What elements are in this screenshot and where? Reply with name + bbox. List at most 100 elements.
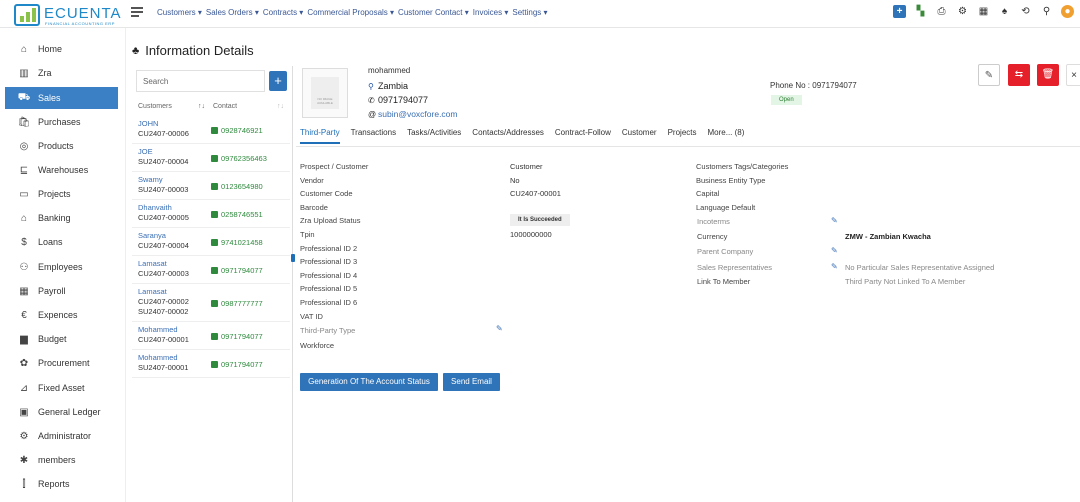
tab-tasks-activities[interactable]: Tasks/Activities xyxy=(407,128,461,144)
contact-phone: 0987777777 xyxy=(211,299,263,308)
projects-icon: ▭ xyxy=(19,188,29,200)
expences-icon: € xyxy=(21,309,27,321)
sidebar-item-products[interactable]: ◎ Products xyxy=(5,135,118,157)
edit-button[interactable]: ✎ xyxy=(978,64,1000,86)
tab-contract-follow[interactable]: Contract-Follow xyxy=(555,128,611,144)
tab-more[interactable]: More... (8) xyxy=(708,128,745,144)
sidebar-item-projects[interactable]: ▭ Projects xyxy=(5,183,118,205)
hamburger-menu-icon[interactable] xyxy=(131,7,143,17)
tab-transactions[interactable]: Transactions xyxy=(351,128,397,144)
sidebar-item-warehouses[interactable]: ⊑ Warehouses xyxy=(5,159,118,181)
contact-phone: 0971794077 xyxy=(211,360,263,369)
list-item[interactable]: Mohammed CU2407-00001 0971794077 xyxy=(132,322,290,350)
history-icon[interactable]: ⟲ xyxy=(1019,5,1032,18)
delete-button[interactable]: 🗑 xyxy=(1037,64,1059,86)
edit-third-party-type-icon[interactable]: ✎ xyxy=(496,324,503,333)
customer-name-link[interactable]: Dhanvaith xyxy=(138,203,172,212)
send-email-button[interactable]: Send Email xyxy=(443,373,500,391)
field-label: Professional ID 4 xyxy=(300,271,358,280)
search-input[interactable]: Search xyxy=(136,70,265,92)
customer-code: CU2407-00006 xyxy=(138,129,189,138)
field-label: Barcode xyxy=(300,203,328,212)
tab-third-party[interactable]: Third-Party xyxy=(300,128,340,144)
sidebar-item-expences[interactable]: € Expences xyxy=(5,304,118,326)
user-avatar-icon[interactable]: ● xyxy=(1061,5,1074,18)
sidebar-item-banking[interactable]: ⌂ Banking xyxy=(5,207,118,229)
customer-name-link[interactable]: Lamasat xyxy=(138,287,167,296)
settings-icon[interactable]: ⚙ xyxy=(956,5,969,18)
sidebar-item-payroll[interactable]: ▦ Payroll xyxy=(5,280,118,302)
customer-code: CU2407-00004 xyxy=(138,241,189,250)
sidebar-item-administrator[interactable]: ⚙ Administrator xyxy=(5,425,118,447)
tab-projects[interactable]: Projects xyxy=(668,128,697,144)
sidebar-item-budget[interactable]: ▆ Budget xyxy=(5,328,118,350)
bell-icon[interactable]: ♠ xyxy=(998,5,1011,18)
employees-icon: ⚇ xyxy=(19,261,29,273)
contact-phone-text: 09762356463 xyxy=(221,154,267,163)
sidebar-item-employees[interactable]: ⚇ Employees xyxy=(5,256,118,278)
tab-customer[interactable]: Customer xyxy=(622,128,657,144)
menu-invoices[interactable]: Invoices ▾ xyxy=(473,8,509,17)
location-icon[interactable]: ⚲ xyxy=(1040,5,1053,18)
menu-contracts[interactable]: Contracts ▾ xyxy=(263,8,303,17)
sidebar-item-purchases[interactable]: 🛍 Purchases xyxy=(5,111,118,133)
generate-account-status-button[interactable]: Generation Of The Account Status xyxy=(300,373,438,391)
menu-commercial-proposals[interactable]: Commercial Proposals ▾ xyxy=(307,8,394,17)
customer-code-secondary: SU2407-00002 xyxy=(138,307,189,316)
collapse-handle[interactable] xyxy=(291,254,295,262)
sort-icon[interactable]: ↑↓ xyxy=(277,103,284,110)
close-button[interactable]: × xyxy=(1066,64,1080,86)
list-item[interactable]: Lamasat CU2407-00002 SU2407-00002 098777777… xyxy=(132,284,290,322)
edit-incoterms-icon[interactable]: ✎ xyxy=(831,216,838,225)
printer-icon[interactable]: ⎙ xyxy=(935,5,948,18)
list-item[interactable]: JOHN CU2407-00006 0928746921 xyxy=(132,116,290,144)
add-icon[interactable]: + xyxy=(893,5,906,18)
customer-name-link[interactable]: JOE xyxy=(138,147,153,156)
col-contact-header[interactable]: Contact xyxy=(213,103,237,110)
sidebar-item-loans[interactable]: $ Loans xyxy=(5,231,118,253)
sidebar-item-zra[interactable]: ▥ Zra xyxy=(5,62,118,84)
sidebar-item-label: Budget xyxy=(38,334,67,344)
contact-phone: 0971794077 xyxy=(211,332,263,341)
sort-icon[interactable]: ↑↓ xyxy=(198,103,205,110)
tab-contacts-addresses[interactable]: Contacts/Addresses xyxy=(472,128,544,144)
sidebar-item-sales[interactable]: ⛟ Sales xyxy=(5,87,118,109)
sidebar-item-home[interactable]: ⌂ Home xyxy=(5,38,118,60)
transfer-button[interactable]: ⇆ xyxy=(1008,64,1030,86)
sidebar-item-fixed-asset[interactable]: ⊿ Fixed Asset xyxy=(5,377,118,399)
customer-name-link[interactable]: Mohammed xyxy=(138,325,178,334)
menu-customers[interactable]: Customers ▾ xyxy=(157,8,202,17)
list-item[interactable]: Swamy SU2407-00003 0123654980 xyxy=(132,172,290,200)
menu-sales-orders[interactable]: Sales Orders ▾ xyxy=(206,8,259,17)
add-button[interactable]: + xyxy=(269,71,287,91)
products-icon: ◎ xyxy=(19,140,29,152)
list-item[interactable]: Lamasat CU2407-00003 0971794077 xyxy=(132,256,290,284)
sidebar-item-general-ledger[interactable]: ▣ General Ledger xyxy=(5,401,118,423)
sidebar-item-procurement[interactable]: ✿ Procurement xyxy=(5,352,118,374)
edit-parent-company-icon[interactable]: ✎ xyxy=(831,246,838,255)
list-item[interactable]: Mohammed SU2407-00001 0971794077 xyxy=(132,350,290,378)
field-label: Sales Representatives xyxy=(697,263,773,272)
menu-settings[interactable]: Settings ▾ xyxy=(512,8,547,17)
customer-name-link[interactable]: Lamasat xyxy=(138,259,167,268)
edit-sales-rep-icon[interactable]: ✎ xyxy=(831,262,838,271)
customer-list-panel: Search + Customers ↑↓ Contact ↑↓ JOHN CU2… xyxy=(132,66,290,502)
customer-code: CU2407-00001 xyxy=(138,335,189,344)
calendar-icon[interactable]: ▦ xyxy=(977,5,990,18)
customer-code: CU2407-00005 xyxy=(138,213,189,222)
menu-customer-contact[interactable]: Customer Contact ▾ xyxy=(398,8,469,17)
sidebar-item-members[interactable]: ✱ members xyxy=(5,449,118,471)
customer-name-link[interactable]: Swamy xyxy=(138,175,163,184)
list-item[interactable]: Dhanvaith CU2407-00005 0258746551 xyxy=(132,200,290,228)
list-item[interactable]: JOE SU2407-00004 09762356463 xyxy=(132,144,290,172)
app-logo[interactable]: ECUENTA FINANCIAL ACCOUNTING ERP xyxy=(14,4,124,26)
customer-name-link[interactable]: Saranya xyxy=(138,231,166,240)
col-customers-header[interactable]: Customers xyxy=(138,103,172,110)
customer-name-link[interactable]: Mohammed xyxy=(138,353,178,362)
profile-name: mohammed xyxy=(368,66,411,75)
sidebar-item-reports[interactable]: ⫿ Reports xyxy=(5,473,118,495)
list-item[interactable]: Saranya CU2407-00004 9741021458 xyxy=(132,228,290,256)
customer-name-link[interactable]: JOHN xyxy=(138,119,158,128)
profile-email[interactable]: @ subin@voxcfore.com xyxy=(368,109,458,119)
chat-icon[interactable]: ▚ xyxy=(914,5,927,18)
